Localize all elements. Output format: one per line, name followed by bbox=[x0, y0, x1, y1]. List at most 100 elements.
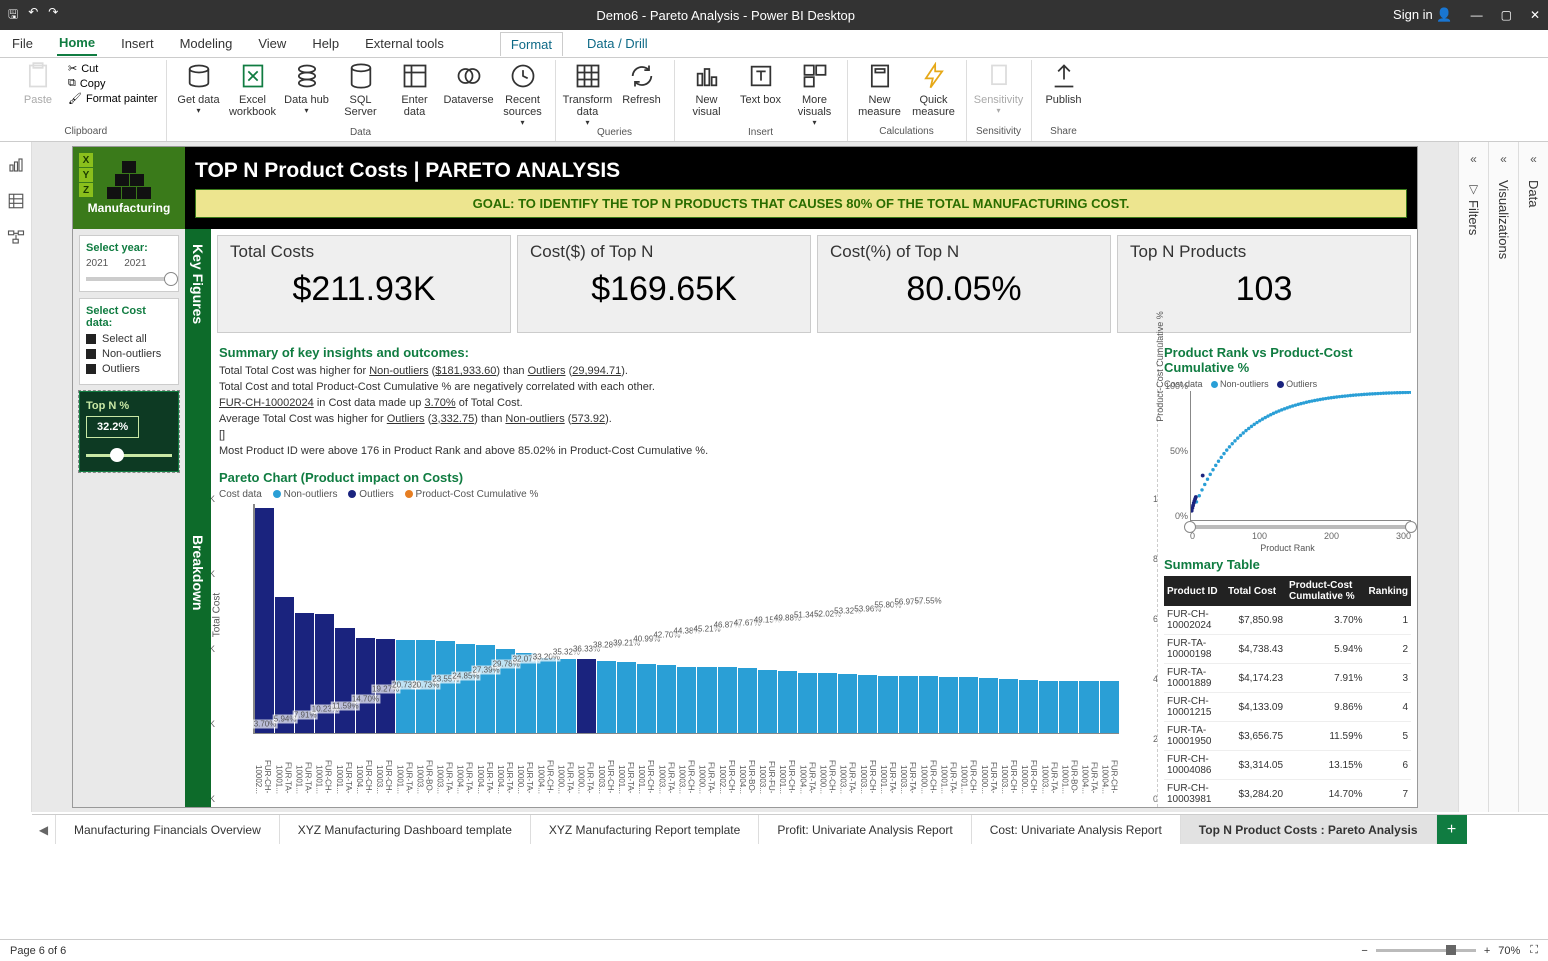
zoom-slider[interactable] bbox=[1376, 949, 1476, 952]
model-view-icon[interactable] bbox=[7, 228, 25, 246]
bar[interactable] bbox=[597, 661, 616, 733]
bar[interactable] bbox=[456, 644, 475, 733]
bar[interactable] bbox=[255, 508, 274, 733]
add-page-button[interactable]: + bbox=[1437, 815, 1467, 844]
bar[interactable] bbox=[798, 673, 817, 733]
bar[interactable] bbox=[758, 670, 777, 733]
bar[interactable] bbox=[959, 677, 978, 732]
menu-home[interactable]: Home bbox=[57, 31, 97, 56]
bar[interactable] bbox=[979, 678, 998, 732]
bar[interactable] bbox=[657, 665, 676, 732]
bar[interactable] bbox=[1059, 681, 1078, 733]
text-box-button[interactable]: Text box bbox=[737, 62, 785, 106]
bar[interactable] bbox=[617, 662, 636, 733]
checkbox-non-outliers[interactable]: Non-outliers bbox=[86, 348, 172, 360]
checkbox-outliers[interactable]: Outliers bbox=[86, 363, 172, 375]
bar[interactable] bbox=[637, 664, 656, 733]
bar[interactable] bbox=[939, 677, 958, 733]
kpi-cost-pct-top-n[interactable]: Cost(%) of Top N80.05% bbox=[817, 235, 1111, 333]
menu-view[interactable]: View bbox=[256, 32, 288, 55]
excel-workbook-button[interactable]: Excel workbook bbox=[229, 62, 277, 118]
maximize-icon[interactable]: ▢ bbox=[1501, 8, 1512, 22]
bar[interactable] bbox=[1039, 681, 1058, 733]
scatter-xrange-slider[interactable] bbox=[1190, 525, 1411, 529]
summary-table[interactable]: Product ID Total Cost Product-Cost Cumul… bbox=[1164, 576, 1411, 812]
bar[interactable] bbox=[838, 674, 857, 733]
table-row[interactable]: FUR-CH-10004086$3,314.0513.15%6 bbox=[1164, 751, 1411, 780]
bar[interactable] bbox=[677, 667, 696, 733]
tab-manufacturing-overview[interactable]: Manufacturing Financials Overview bbox=[56, 815, 280, 844]
bar[interactable] bbox=[335, 628, 354, 733]
report-page[interactable]: XYZ Manufacturing TOP N Product Costs | … bbox=[72, 146, 1418, 808]
bar[interactable] bbox=[537, 658, 556, 733]
bar[interactable] bbox=[899, 676, 918, 732]
data-pane-collapsed[interactable]: « Data bbox=[1518, 142, 1548, 812]
kpi-total-costs[interactable]: Total Costs$211.93K bbox=[217, 235, 511, 333]
tab-cost-analysis[interactable]: Cost: Univariate Analysis Report bbox=[972, 815, 1181, 844]
cut-button[interactable]: ✂Cut bbox=[68, 62, 158, 75]
save-icon[interactable]: 🖫 bbox=[8, 5, 18, 26]
filters-pane-collapsed[interactable]: « ▽ Filters bbox=[1458, 142, 1488, 812]
pareto-chart[interactable]: Total Cost Product-Cost Cumulative % $0K… bbox=[219, 504, 1149, 804]
tab-dashboard-template[interactable]: XYZ Manufacturing Dashboard template bbox=[280, 815, 531, 844]
signin-button[interactable]: Sign in 👤 bbox=[1393, 7, 1453, 23]
get-data-button[interactable]: Get data▾ bbox=[175, 62, 223, 115]
enter-data-button[interactable]: Enter data bbox=[391, 62, 439, 118]
redo-icon[interactable]: ↷ bbox=[48, 5, 58, 26]
bar[interactable] bbox=[919, 676, 938, 732]
undo-icon[interactable]: ↶ bbox=[28, 5, 38, 26]
report-view-icon[interactable] bbox=[7, 156, 25, 174]
transform-data-button[interactable]: Transform data▾ bbox=[564, 62, 612, 127]
dataverse-button[interactable]: Dataverse bbox=[445, 62, 493, 106]
menu-data-drill[interactable]: Data / Drill bbox=[585, 32, 650, 55]
bar[interactable] bbox=[738, 668, 757, 732]
tab-report-template[interactable]: XYZ Manufacturing Report template bbox=[531, 815, 759, 844]
visualizations-pane-collapsed[interactable]: « Visualizations bbox=[1488, 142, 1518, 812]
menu-file[interactable]: File bbox=[10, 32, 35, 55]
table-row[interactable]: FUR-TA-10001950$3,656.7511.59%5 bbox=[1164, 722, 1411, 751]
bar[interactable] bbox=[1079, 681, 1098, 733]
bar[interactable] bbox=[778, 671, 797, 733]
bar[interactable] bbox=[697, 667, 716, 733]
bar[interactable] bbox=[1019, 680, 1038, 733]
menu-external-tools[interactable]: External tools bbox=[363, 32, 446, 55]
bar[interactable] bbox=[476, 645, 495, 733]
cost-data-slicer[interactable]: Select Cost data: Select all Non-outlier… bbox=[79, 298, 179, 385]
new-measure-button[interactable]: New measure bbox=[856, 62, 904, 118]
quick-measure-button[interactable]: Quick measure bbox=[910, 62, 958, 118]
table-row[interactable]: FUR-TA-10001889$4,174.237.91%3 bbox=[1164, 664, 1411, 693]
year-slicer[interactable]: Select year: 20212021 bbox=[79, 235, 179, 292]
table-row[interactable]: FUR-CH-10002024$7,850.983.70%1 bbox=[1164, 606, 1411, 635]
bar[interactable] bbox=[1100, 681, 1119, 733]
top-n-slider[interactable] bbox=[86, 454, 172, 457]
chevron-left-icon[interactable]: « bbox=[1530, 152, 1537, 166]
minimize-icon[interactable]: — bbox=[1471, 8, 1483, 22]
menu-insert[interactable]: Insert bbox=[119, 32, 156, 55]
kpi-cost-top-n[interactable]: Cost($) of Top N$169.65K bbox=[517, 235, 811, 333]
more-visuals-button[interactable]: More visuals▾ bbox=[791, 62, 839, 127]
zoom-out-button[interactable]: − bbox=[1361, 945, 1367, 957]
refresh-button[interactable]: Refresh bbox=[618, 62, 666, 106]
data-hub-button[interactable]: Data hub▾ bbox=[283, 62, 331, 115]
table-row[interactable]: FUR-CH-10001215$4,133.099.86%4 bbox=[1164, 693, 1411, 722]
fit-to-page-button[interactable]: ⛶ bbox=[1530, 944, 1538, 957]
recent-sources-button[interactable]: Recent sources▾ bbox=[499, 62, 547, 127]
tab-pareto-analysis[interactable]: Top N Product Costs : Pareto Analysis bbox=[1181, 815, 1437, 844]
data-view-icon[interactable] bbox=[7, 192, 25, 210]
year-slider[interactable] bbox=[86, 277, 172, 281]
format-painter-button[interactable]: 🖌Format painter bbox=[68, 92, 158, 105]
bar[interactable] bbox=[275, 597, 294, 733]
copy-button[interactable]: ⧉Copy bbox=[68, 77, 158, 90]
tab-scroll-left[interactable]: ◀ bbox=[32, 815, 56, 844]
new-visual-button[interactable]: New visual bbox=[683, 62, 731, 118]
bar[interactable] bbox=[577, 659, 596, 733]
menu-help[interactable]: Help bbox=[310, 32, 341, 55]
sql-server-button[interactable]: SQL Server bbox=[337, 62, 385, 118]
table-row[interactable]: FUR-TA-10000198$4,738.435.94%2 bbox=[1164, 635, 1411, 664]
menu-format[interactable]: Format bbox=[500, 32, 563, 56]
close-icon[interactable]: ✕ bbox=[1530, 8, 1540, 22]
publish-button[interactable]: Publish bbox=[1040, 62, 1088, 106]
table-row[interactable]: FUR-CH-10003981$3,284.2014.70%7 bbox=[1164, 780, 1411, 809]
zoom-in-button[interactable]: + bbox=[1484, 945, 1490, 957]
bar[interactable] bbox=[315, 614, 334, 732]
